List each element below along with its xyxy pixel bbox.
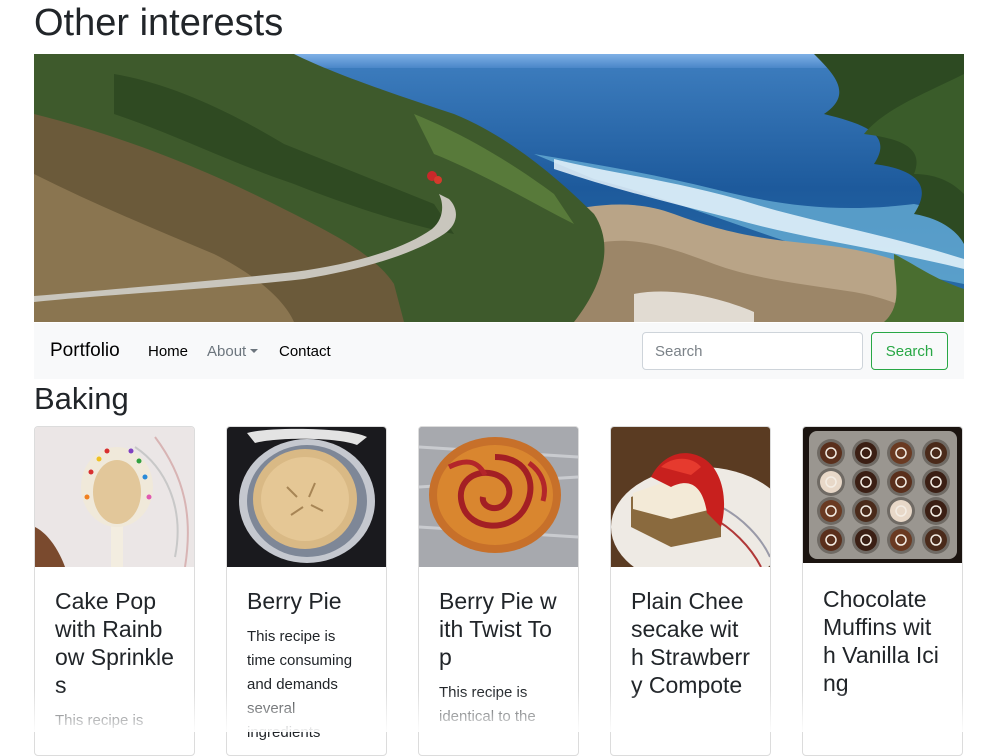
nav-link-contact[interactable]: Contact <box>279 342 331 362</box>
berry-pie-photo <box>227 427 386 567</box>
search-input[interactable] <box>642 332 863 370</box>
card-text: This recipe is <box>55 712 144 729</box>
recipe-card-berry-pie[interactable]: Berry Pie This recipe is time consuming … <box>226 426 387 756</box>
hero-landscape-image <box>34 54 964 322</box>
recipe-card-cheesecake[interactable]: Plain Cheesecake with Strawberry Compote <box>610 426 771 756</box>
card-text: This recipe is identical to the <box>439 684 536 725</box>
navbar-brand[interactable]: Portfolio <box>50 338 120 364</box>
nav-about-label: About <box>207 343 247 360</box>
nav-link-home[interactable]: Home <box>148 342 188 362</box>
card-title: Plain Cheesecake with Strawberry Compote <box>631 588 750 698</box>
section-title-baking: Baking <box>34 381 129 416</box>
chevron-down-icon <box>250 349 259 353</box>
cheesecake-photo <box>611 427 770 567</box>
card-text: This recipe is time consuming and demand… <box>247 628 353 741</box>
page-title: Other interests <box>34 2 284 44</box>
search-button[interactable]: Search <box>871 332 948 370</box>
chocolate-muffins-photo <box>803 427 962 567</box>
recipe-card-twist-pie[interactable]: Berry Pie with Twist Top This recipe is … <box>418 426 579 756</box>
nav-link-about-dropdown[interactable]: About <box>207 342 259 362</box>
card-title: Berry Pie with Twist Top <box>439 588 557 670</box>
cake-pop-photo <box>35 427 194 567</box>
card-title: Chocolate Muffins with Vanilla Icing <box>823 586 939 696</box>
recipe-card-chocolate-muffins[interactable]: Chocolate Muffins with Vanilla Icing <box>802 426 963 756</box>
twist-pie-photo <box>419 427 578 567</box>
card-title: Cake Pop with Rainbow Sprinkles <box>55 588 174 698</box>
card-title: Berry Pie <box>247 588 342 614</box>
navbar: Portfolio Home About Contact Search <box>34 323 964 379</box>
recipe-card-cake-pop[interactable]: Cake Pop with Rainbow Sprinkles This rec… <box>34 426 195 756</box>
